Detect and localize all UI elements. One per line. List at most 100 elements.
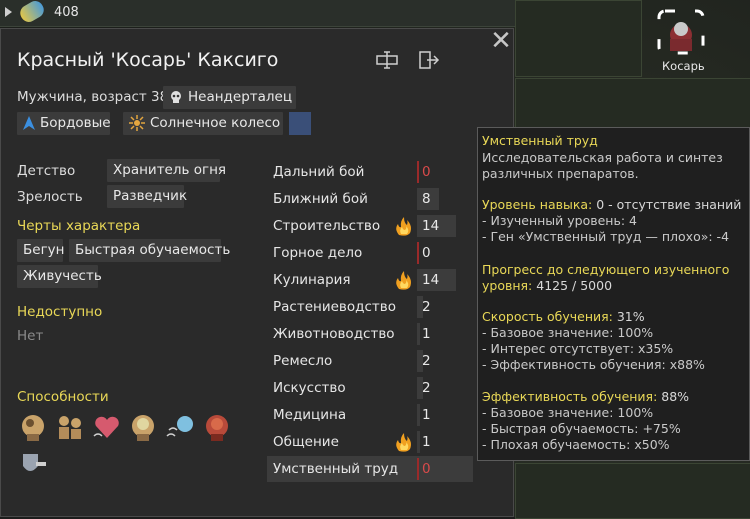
faction-chip[interactable]: Солнечное колесо bbox=[123, 112, 283, 135]
skill-level-value: 2 bbox=[422, 353, 431, 369]
tooltip-efficiency: Эффективность обучения: 88% bbox=[482, 389, 689, 404]
skill-name: Общение bbox=[273, 434, 339, 450]
trait-chip[interactable]: Живучесть bbox=[17, 265, 102, 288]
skill-level-value: 2 bbox=[422, 299, 431, 315]
trait-label: Бегун bbox=[23, 242, 65, 258]
skill-level-bar bbox=[417, 431, 420, 453]
tooltip-speed-eff: - Эффективность обучения: x88% bbox=[482, 357, 705, 372]
skill-name: Горное дело bbox=[273, 245, 363, 261]
skill-name: Растениеводство bbox=[273, 299, 396, 315]
map-tile bbox=[515, 78, 750, 128]
skill-level-value: 0 bbox=[422, 245, 431, 261]
skill-name: Искусство bbox=[273, 380, 346, 396]
skill-name: Кулинария bbox=[273, 272, 351, 288]
resource-bar: 408 bbox=[0, 0, 515, 27]
childhood-value: Хранитель огня bbox=[113, 162, 227, 178]
traits-heading: Черты характера bbox=[17, 218, 141, 234]
skill-level-value: 1 bbox=[422, 434, 431, 450]
psy-head-icon[interactable] bbox=[18, 412, 48, 442]
tooltip-skill-level-value: 0 - отсутствие знаний bbox=[592, 197, 742, 212]
incapable-heading: Недоступно bbox=[17, 304, 103, 320]
tooltip-efficiency-value: 88% bbox=[657, 389, 690, 404]
medicine-pill-icon bbox=[17, 0, 47, 25]
gender-age: Мужчина, возраст 38 bbox=[17, 89, 169, 105]
skill-level-bar bbox=[417, 323, 420, 345]
banish-icon[interactable] bbox=[418, 50, 440, 70]
tooltip-skill-level: Уровень навыка: 0 - отсутствие знаний bbox=[482, 197, 741, 212]
tooltip-desc-line: различных препаратов. bbox=[482, 166, 639, 181]
skill-level-value: 0 bbox=[422, 164, 431, 180]
ideo-label: Бордовые bbox=[40, 115, 111, 131]
skill-level-value: 8 bbox=[422, 191, 431, 207]
tooltip-skill-level-label: Уровень навыка: bbox=[482, 197, 593, 212]
childhood-label: Детство bbox=[17, 163, 76, 179]
tooltip-learned-level: - Изученный уровень: 4 bbox=[482, 213, 637, 228]
tooltip-progress-label-2: уровня: bbox=[482, 278, 533, 293]
adulthood-label: Зрелость bbox=[17, 189, 83, 205]
sun-wheel-icon bbox=[129, 115, 145, 131]
skill-name: Умственный труд bbox=[273, 461, 399, 477]
two-people-icon[interactable] bbox=[55, 412, 85, 442]
tooltip-speed-interest: - Интерес отсутствует: x35% bbox=[482, 341, 674, 356]
abilities-heading: Способности bbox=[17, 389, 109, 405]
childhood-chip[interactable]: Хранитель огня bbox=[107, 159, 226, 182]
heart-wave-icon[interactable] bbox=[92, 412, 122, 442]
colonist-portrait[interactable] bbox=[657, 9, 705, 55]
tooltip-speed-value: 31% bbox=[612, 309, 645, 324]
adulthood-chip[interactable]: Разведчик bbox=[107, 185, 188, 208]
passion-flame-icon bbox=[396, 217, 411, 236]
incapable-value: Нет bbox=[17, 328, 44, 344]
xenotype-chip[interactable]: Неандерталец bbox=[163, 86, 296, 109]
skill-name: Дальний бой bbox=[273, 164, 365, 180]
tooltip-eff-base: - Базовое значение: 100% bbox=[482, 405, 654, 420]
skill-level-value: 1 bbox=[422, 407, 431, 423]
skill-level-value: 14 bbox=[422, 272, 440, 288]
tooltip-efficiency-label: Эффективность обучения: bbox=[482, 389, 658, 404]
skill-level-value: 2 bbox=[422, 380, 431, 396]
tooltip-progress-label: Прогресс до следующего изученного bbox=[482, 262, 730, 277]
skill-name: Животноводство bbox=[273, 326, 395, 342]
skill-level-value: 0 bbox=[422, 461, 431, 477]
skill-level-bar bbox=[417, 404, 420, 426]
map-tile bbox=[515, 0, 642, 77]
skill-name: Строительство bbox=[273, 218, 381, 234]
passion-flame-icon bbox=[396, 271, 411, 290]
skill-name: Ремесло bbox=[273, 353, 333, 369]
skull-icon bbox=[171, 91, 181, 103]
skill-empty-marker bbox=[417, 242, 419, 264]
passion-flame-icon bbox=[396, 433, 411, 452]
colonist-name-tag: Косарь bbox=[662, 59, 705, 73]
rename-icon[interactable] bbox=[376, 50, 398, 70]
map-tile bbox=[515, 463, 750, 519]
xenotype-label: Неандерталец bbox=[188, 89, 293, 105]
skill-name: Ближний бой bbox=[273, 191, 368, 207]
tooltip-eff-bad: - Плохая обучаемость: x50% bbox=[482, 437, 670, 452]
trait-chip[interactable]: Бегун bbox=[17, 239, 65, 262]
tooltip-speed: Скорость обучения: 31% bbox=[482, 309, 645, 324]
tooltip-title: Умственный труд bbox=[482, 133, 598, 148]
trait-chip[interactable]: Быстрая обучаемость bbox=[69, 239, 230, 262]
faction-label: Солнечное колесо bbox=[150, 115, 281, 131]
trait-label: Быстрая обучаемость bbox=[75, 242, 231, 258]
ideo-chip[interactable]: Бордовые bbox=[17, 112, 111, 135]
tooltip-gene-modifier: - Ген «Умственный труд — плохо»: -4 bbox=[482, 229, 730, 244]
skill-empty-marker bbox=[417, 161, 419, 183]
tooltip-speed-base: - Базовое значение: 100% bbox=[482, 325, 654, 340]
adulthood-value: Разведчик bbox=[113, 188, 188, 204]
resource-count: 408 bbox=[54, 5, 79, 20]
tooltip-progress-value: 4125 / 5000 bbox=[532, 278, 613, 293]
expand-arrow-icon[interactable] bbox=[5, 7, 12, 17]
tooltip-eff-fast: - Быстрая обучаемость: +75% bbox=[482, 421, 681, 436]
tooltip-speed-label: Скорость обучения: bbox=[482, 309, 613, 324]
skill-name: Медицина bbox=[273, 407, 347, 423]
calm-wave-icon[interactable] bbox=[165, 412, 195, 442]
ideo-icon bbox=[23, 116, 35, 130]
shield-tool-icon[interactable] bbox=[18, 450, 48, 480]
pawn-name: Красный 'Косарь' Каксиго bbox=[17, 49, 279, 71]
tooltip-progress: уровня: 4125 / 5000 bbox=[482, 278, 612, 293]
close-button[interactable]: ✕ bbox=[489, 28, 513, 54]
brain-head-icon[interactable] bbox=[128, 412, 158, 442]
berserk-head-icon[interactable] bbox=[202, 412, 232, 442]
faction-color-swatch[interactable] bbox=[289, 112, 311, 135]
skill-level-value: 1 bbox=[422, 326, 431, 342]
